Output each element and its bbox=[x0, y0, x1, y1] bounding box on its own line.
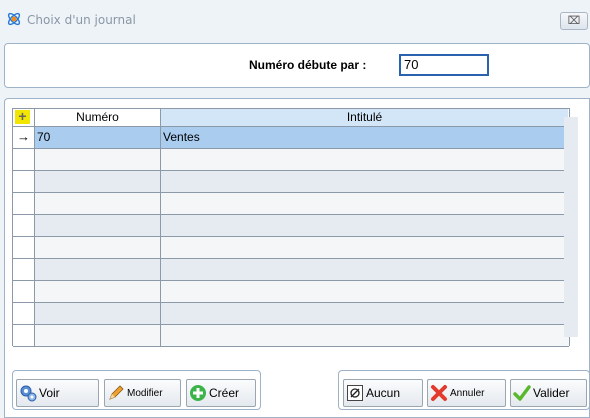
modifier-label: Modifier bbox=[127, 387, 163, 399]
valider-label: Valider bbox=[533, 386, 570, 400]
aucun-button[interactable]: Aucun bbox=[343, 379, 423, 407]
voir-button[interactable]: Voir bbox=[16, 379, 99, 407]
table-row[interactable]: → 70 Ventes bbox=[13, 127, 569, 149]
annuler-label: Annuler bbox=[450, 387, 485, 399]
row-indicator bbox=[13, 281, 35, 302]
title-bar: Choix d'un journal ⌧ bbox=[0, 0, 590, 40]
add-column-icon[interactable]: + bbox=[15, 109, 30, 124]
creer-label: Créer bbox=[209, 386, 240, 400]
table-row[interactable] bbox=[13, 171, 569, 193]
empty-set-icon bbox=[347, 385, 363, 401]
row-indicator bbox=[13, 193, 35, 214]
gears-icon bbox=[20, 385, 37, 402]
column-header-numero[interactable]: Numéro bbox=[35, 109, 161, 126]
table-row[interactable] bbox=[13, 193, 569, 215]
row-indicator bbox=[13, 325, 35, 346]
cell-numero[interactable]: 70 bbox=[35, 127, 161, 148]
right-button-group: Aucun Annuler Valider bbox=[338, 370, 590, 410]
cell-numero[interactable] bbox=[35, 237, 161, 258]
cell-numero[interactable] bbox=[35, 259, 161, 280]
close-icon: ⌧ bbox=[567, 15, 581, 27]
cell-numero[interactable] bbox=[35, 303, 161, 324]
numero-filter-input[interactable]: 70 bbox=[399, 54, 489, 76]
checkmark-icon bbox=[513, 385, 531, 401]
valider-button[interactable]: Valider bbox=[510, 379, 587, 407]
annuler-button[interactable]: Annuler bbox=[427, 379, 506, 407]
cell-intitule[interactable] bbox=[161, 303, 569, 324]
cell-intitule[interactable] bbox=[161, 193, 569, 214]
cell-intitule[interactable] bbox=[161, 171, 569, 192]
header-corner[interactable]: + bbox=[13, 109, 35, 126]
cell-intitule[interactable] bbox=[161, 281, 569, 302]
cell-numero[interactable] bbox=[35, 215, 161, 236]
grid-panel: + Numéro Intitulé → 70 Ventes Voir Modifie… bbox=[4, 98, 590, 418]
atom-icon bbox=[7, 12, 21, 26]
cell-numero[interactable] bbox=[35, 171, 161, 192]
row-indicator bbox=[13, 215, 35, 236]
cell-intitule[interactable] bbox=[161, 259, 569, 280]
plus-circle-icon bbox=[190, 385, 206, 401]
journal-table: + Numéro Intitulé → 70 Ventes bbox=[12, 108, 570, 347]
modifier-button[interactable]: Modifier bbox=[104, 379, 181, 407]
row-indicator bbox=[13, 237, 35, 258]
cell-numero[interactable] bbox=[35, 325, 161, 346]
filter-label: Numéro débute par : bbox=[249, 58, 367, 72]
row-indicator bbox=[13, 171, 35, 192]
row-indicator bbox=[13, 303, 35, 324]
cell-intitule[interactable] bbox=[161, 149, 569, 170]
cell-intitule[interactable] bbox=[161, 325, 569, 346]
table-row[interactable] bbox=[13, 215, 569, 237]
row-indicator bbox=[13, 259, 35, 280]
table-row[interactable] bbox=[13, 259, 569, 281]
table-row[interactable] bbox=[13, 149, 569, 171]
creer-button[interactable]: Créer bbox=[186, 379, 256, 407]
vertical-scrollbar[interactable] bbox=[564, 117, 578, 337]
left-button-group: Voir Modifier Créer bbox=[12, 370, 261, 410]
red-x-icon bbox=[431, 385, 447, 401]
pencil-icon bbox=[109, 385, 124, 400]
voir-label: Voir bbox=[39, 386, 60, 400]
table-header: + Numéro Intitulé bbox=[13, 109, 569, 127]
row-indicator-arrow: → bbox=[13, 127, 35, 148]
table-row[interactable] bbox=[13, 281, 569, 303]
column-header-intitule[interactable]: Intitulé bbox=[161, 109, 568, 126]
row-indicator bbox=[13, 149, 35, 170]
table-row[interactable] bbox=[13, 303, 569, 325]
aucun-label: Aucun bbox=[366, 386, 401, 400]
cell-numero[interactable] bbox=[35, 193, 161, 214]
close-button[interactable]: ⌧ bbox=[560, 12, 588, 30]
table-row[interactable] bbox=[13, 237, 569, 259]
table-row[interactable] bbox=[13, 325, 569, 347]
window-title: Choix d'un journal bbox=[27, 13, 136, 27]
cell-numero[interactable] bbox=[35, 281, 161, 302]
cell-numero[interactable] bbox=[35, 149, 161, 170]
cell-intitule[interactable] bbox=[161, 215, 569, 236]
cell-intitule[interactable] bbox=[161, 237, 569, 258]
filter-panel: Numéro débute par : 70 bbox=[4, 43, 590, 88]
cell-intitule[interactable]: Ventes bbox=[161, 127, 569, 148]
